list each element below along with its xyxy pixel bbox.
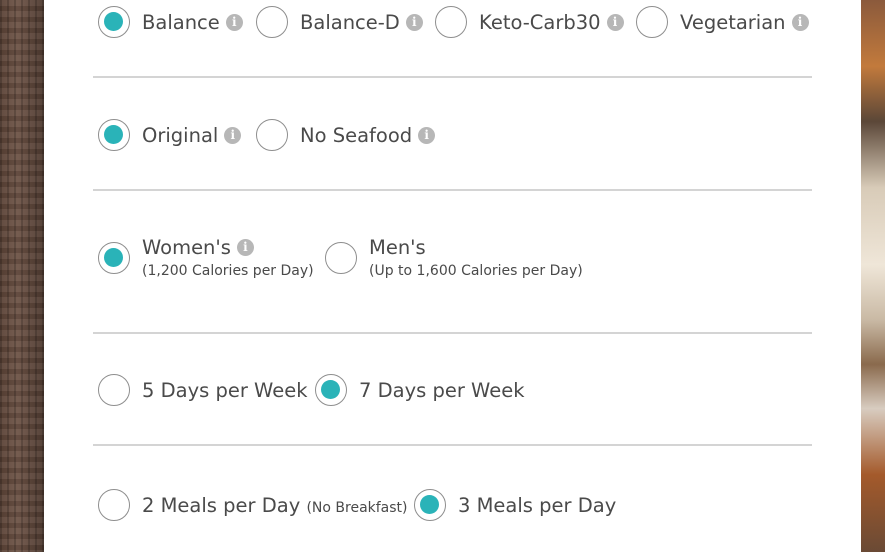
option-mens-calories: (Up to 1,600 Calories per Day)	[369, 263, 583, 279]
info-icon[interactable]: i	[225, 13, 243, 31]
option-2-meals-label: 2 Meals per Day (No Breakfast)	[142, 493, 408, 517]
radio-mens[interactable]	[325, 241, 357, 274]
radio-balance-d[interactable]	[256, 6, 288, 38]
option-5-days[interactable]: 5 Days per Week	[98, 374, 307, 406]
section-divider	[93, 189, 812, 191]
radio-vegetarian[interactable]	[636, 6, 668, 38]
option-7-days[interactable]: 7 Days per Week	[315, 374, 524, 406]
option-vegetarian-label: Vegetarian i	[680, 11, 809, 34]
radio-balance[interactable]	[98, 6, 130, 38]
option-original[interactable]: Original i	[98, 119, 242, 151]
info-icon[interactable]: i	[405, 13, 423, 31]
option-balance-d-label: Balance-D i	[300, 11, 423, 34]
section-divider	[93, 332, 812, 334]
option-original-label: Original i	[142, 124, 242, 147]
info-icon[interactable]: i	[224, 126, 242, 144]
info-icon[interactable]: i	[418, 126, 436, 144]
option-3-meals-label: 3 Meals per Day	[458, 493, 617, 517]
info-icon[interactable]: i	[236, 239, 254, 256]
section-divider	[93, 444, 812, 446]
plan-options-card: Balance i Balance-D i Keto-Carb30 i Vegetar…	[44, 0, 861, 552]
option-keto-carb30-label: Keto-Carb30 i	[479, 11, 624, 34]
radio-2-meals[interactable]	[98, 489, 130, 521]
option-5-days-label: 5 Days per Week	[142, 378, 308, 402]
option-womens-label: Women's i	[142, 236, 314, 259]
option-balance-label: Balance i	[142, 11, 243, 34]
option-keto-carb30[interactable]: Keto-Carb30 i	[435, 6, 624, 38]
radio-original[interactable]	[98, 119, 130, 151]
radio-3-meals[interactable]	[414, 489, 446, 521]
radio-7-days[interactable]	[315, 374, 347, 406]
option-2-meals[interactable]: 2 Meals per Day (No Breakfast)	[98, 489, 408, 521]
option-balance[interactable]: Balance i	[98, 6, 243, 38]
no-breakfast-note: (No Breakfast)	[306, 499, 408, 516]
option-no-seafood-label: No Seafood i	[300, 124, 436, 147]
wood-background-left	[0, 0, 44, 552]
option-mens[interactable]: Men's (Up to 1,600 Calories per Day)	[325, 236, 583, 279]
info-icon[interactable]: i	[606, 13, 624, 31]
option-no-seafood[interactable]: No Seafood i	[256, 119, 436, 151]
food-photo-background-right	[861, 0, 885, 552]
option-vegetarian[interactable]: Vegetarian i	[636, 6, 809, 38]
radio-womens[interactable]	[98, 241, 130, 274]
option-3-meals[interactable]: 3 Meals per Day	[414, 489, 616, 521]
radio-5-days[interactable]	[98, 374, 130, 406]
option-womens[interactable]: Women's i (1,200 Calories per Day)	[98, 236, 314, 279]
radio-no-seafood[interactable]	[256, 119, 288, 151]
option-mens-label: Men's	[369, 236, 426, 259]
option-womens-calories: (1,200 Calories per Day)	[142, 263, 314, 279]
info-icon[interactable]: i	[791, 13, 809, 31]
section-divider	[93, 76, 812, 78]
option-balance-d[interactable]: Balance-D i	[256, 6, 423, 38]
option-7-days-label: 7 Days per Week	[359, 378, 525, 402]
radio-keto-carb30[interactable]	[435, 6, 467, 38]
